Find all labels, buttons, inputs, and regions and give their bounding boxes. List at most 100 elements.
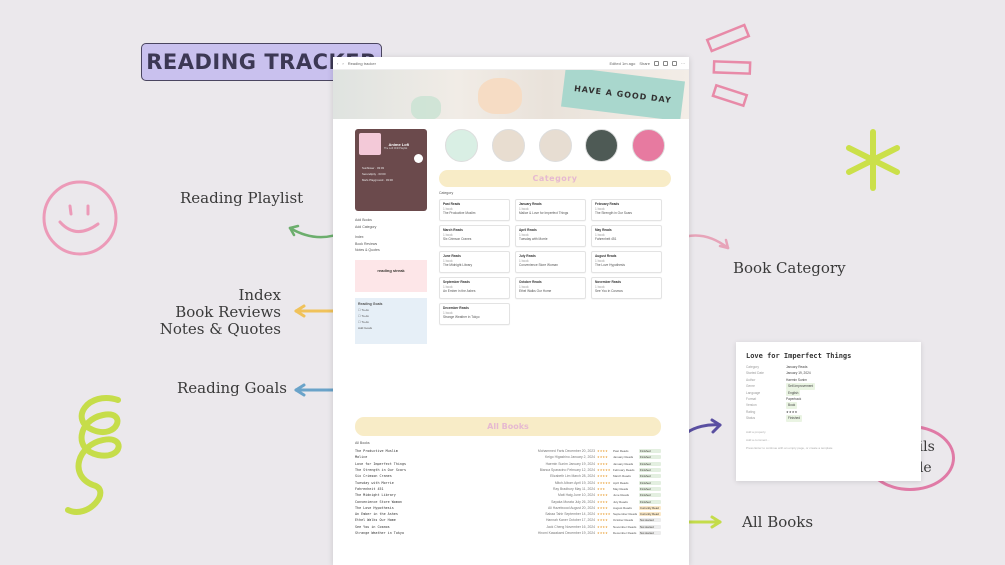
category-card[interactable]: December Reads 1 book Strange Weather in T… <box>439 303 510 325</box>
spotify-player[interactable]: Anime Lofi The Lofi Chill Playlist Sunfl… <box>355 129 427 211</box>
callout-book-reviews: Book Reviews <box>175 303 281 321</box>
notes-quotes-link[interactable]: Notes & Quotes <box>355 247 427 254</box>
book-category: Past Reads <box>613 449 629 454</box>
spiral-doodle-icon <box>65 395 122 515</box>
category-gallery: Past Reads 1 book The Productive Muslim Jan… <box>439 199 675 325</box>
book-author-date: Ali Hazelwood August 20, 2024 <box>548 505 595 510</box>
category-book: Strange Weather in Tokyo <box>443 315 480 320</box>
book-title: The Productive Muslim <box>355 449 398 454</box>
book-title: The Love Hypothesis <box>355 505 394 510</box>
all-books-banner: All Books <box>355 417 661 436</box>
category-book: The Love Hypothesis <box>595 263 625 268</box>
book-title: Tuesday with Morrie <box>355 480 394 485</box>
category-card[interactable]: July Reads 1 book Convenience Store Woman <box>515 251 586 273</box>
nav-back-icon[interactable]: ‹ <box>337 61 338 66</box>
book-author-date: Hiromi Kawakami December 19, 2024 <box>537 531 595 535</box>
category-card[interactable]: August Reads 1 book The Love Hypothesis <box>591 251 662 273</box>
book-rows: The Productive Muslim Mohammed Faris Dece… <box>355 448 661 536</box>
category-card[interactable]: March Reads 1 book Six Crimson Cranes <box>439 225 510 247</box>
category-card[interactable]: June Reads 1 book The Midnight Library <box>439 251 510 273</box>
add-links: Add Books Add Category <box>355 217 427 230</box>
all-books-view-label[interactable]: All Books <box>355 441 661 445</box>
callout-all-books: All Books <box>742 513 814 531</box>
category-card[interactable]: January Reads 1 book Malice & Love for Imp… <box>515 199 586 221</box>
book-title: Ethel Walks Our Home <box>355 518 396 523</box>
book-title: See You in Cosmos <box>355 524 390 529</box>
callout-notes-quotes: Notes & Quotes <box>159 320 281 338</box>
book-author-date: Keigo Higashino January 2, 2024 <box>545 455 595 460</box>
category-card[interactable]: February Reads 1 book The Strength in Our … <box>591 199 662 221</box>
book-status-badge: Finished <box>639 455 661 460</box>
book-status-badge: Finished <box>639 468 661 473</box>
book-status-badge: Currently Read <box>639 512 661 517</box>
all-books-table: All Books The Productive Muslim Mohammed … <box>355 441 661 536</box>
tab-title[interactable]: Reading tracker <box>348 61 376 66</box>
book-title: The Strength in Our Scars <box>355 468 407 473</box>
book-title: Fahrenheit 451 <box>355 486 384 491</box>
more-icon[interactable]: ··· <box>681 61 685 66</box>
category-card[interactable]: September Reads 1 book An Ember in the Ash… <box>439 277 510 299</box>
book-rating: ★★★★ <box>597 461 608 466</box>
detail-add-comment[interactable]: Add a comment... <box>746 438 911 442</box>
category-book: Malice & Love for Imperfect Things <box>519 211 569 216</box>
add-category-link[interactable]: Add Category <box>355 224 427 231</box>
category-card[interactable]: April Reads 1 book Tuesday with Morrie <box>515 225 586 247</box>
book-row[interactable]: Strange Weather in Tokyo Hiromi Kawakami … <box>355 530 661 536</box>
category-card[interactable]: May Reads 1 book Fahrenheit 451 <box>591 225 662 247</box>
playlist-art <box>359 133 381 155</box>
callout-index: Index <box>238 286 281 304</box>
book-category: August Reads <box>613 505 632 510</box>
clock-icon[interactable] <box>663 60 668 66</box>
edited-status: Edited 1m ago <box>609 60 636 66</box>
book-title: An Ember in the Ashes <box>355 512 398 517</box>
category-view-label[interactable]: Category <box>439 191 675 195</box>
asterisk-doodle-icon <box>846 129 900 191</box>
book-rating: ★★★★★ <box>597 512 611 517</box>
book-title: Six Crimson Cranes <box>355 474 392 479</box>
book-category: January Reads <box>613 461 634 466</box>
track-item[interactable]: Serendipity · 03:00 <box>359 172 423 176</box>
book-rating: ★★★★★ <box>597 480 611 485</box>
category-book: Tuesday with Morrie <box>519 237 548 242</box>
book-author-date: Hannah Kaner October 17, 2024 <box>545 518 595 523</box>
sparkle-lines-icon <box>705 23 752 108</box>
book-category: June Reads <box>613 493 630 498</box>
detail-add-property[interactable]: Add a property <box>746 430 911 434</box>
callout-reading-playlist: Reading Playlist <box>180 189 304 207</box>
category-card[interactable]: October Reads 1 book Ethel Walks Our Home <box>515 277 586 299</box>
detail-property[interactable]: Status Finished <box>746 415 911 422</box>
comment-icon[interactable] <box>654 60 659 66</box>
sticker-circle <box>585 129 619 162</box>
book-category: April Reads <box>613 480 629 485</box>
track-item[interactable]: Mai's Playground · 03:00 <box>359 178 423 182</box>
page-cover: HAVE A GOOD DAY <box>333 70 689 119</box>
book-rating: ★★★★ <box>597 474 608 479</box>
book-category: September Reads <box>613 512 638 517</box>
category-card[interactable]: November Reads 1 book See You in Cosmos <box>591 277 662 299</box>
category-card[interactable]: Past Reads 1 book The Productive Muslim <box>439 199 510 221</box>
detail-footer: Press Enter to continue with an empty pa… <box>746 445 833 450</box>
book-rating: ★★★★ <box>597 518 608 523</box>
play-button[interactable] <box>414 154 423 163</box>
browser-topbar: ‹ › Reading tracker Edited 1m ago Share … <box>333 57 689 70</box>
notion-window: ‹ › Reading tracker Edited 1m ago Share … <box>333 57 689 565</box>
add-goals-button[interactable]: Add Goals <box>358 325 424 331</box>
category-book: An Ember in the Ashes <box>443 289 476 294</box>
cover-sign-text: HAVE A GOOD DAY <box>573 83 673 105</box>
share-button[interactable]: Share <box>639 61 650 66</box>
reading-goals-widget: Reading Goals ☐ To-do ☐ To-do ☐ To-do Ad… <box>355 297 427 344</box>
category-book: The Midnight Library <box>443 263 473 268</box>
nav-forward-icon[interactable]: › <box>342 61 343 66</box>
book-category: November Reads <box>613 524 637 529</box>
category-banner-text: Category <box>532 174 578 183</box>
book-author-date: Ray Bradbury May 11, 2024 <box>553 486 595 491</box>
book-author-date: Mohammed Faris December 20, 2023 <box>537 449 595 454</box>
book-status-badge: Finished <box>639 461 661 466</box>
track-item[interactable]: Sunflower · 03:03 <box>359 166 423 170</box>
right-column: Category Category Past Reads 1 book The Pr… <box>439 129 675 325</box>
content-columns: Anime Lofi The Lofi Chill Playlist Sunfl… <box>355 129 675 429</box>
book-status-badge: Not started <box>639 524 661 529</box>
track-list: Sunflower · 03:03 Serendipity · 03:00 Ma… <box>359 166 423 182</box>
star-icon[interactable] <box>672 60 677 66</box>
book-detail-card: Love for Imperfect Things Category Januar… <box>736 342 921 481</box>
